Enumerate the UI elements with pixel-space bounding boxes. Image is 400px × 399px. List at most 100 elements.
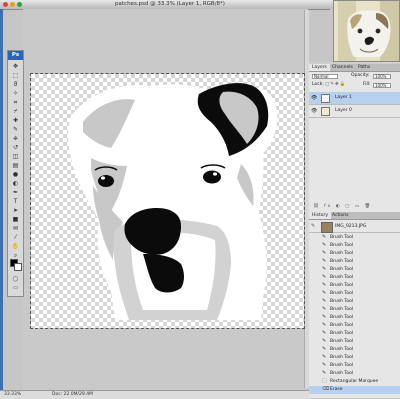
history-item-label: Brush Tool [330, 323, 354, 328]
eyedropper-icon[interactable]: ⁄ [11, 234, 20, 241]
reference-photo [333, 0, 400, 62]
stamp-icon[interactable]: ⎈ [11, 135, 20, 142]
marquee-icon[interactable]: ⬚ [11, 72, 20, 79]
path-select-icon[interactable]: ➤ [11, 207, 20, 214]
brush-icon[interactable]: ✎ [11, 126, 20, 133]
history-item-label: Brush Tool [330, 347, 354, 352]
tab-layers[interactable]: Layers [309, 64, 330, 71]
history-item[interactable]: ✎ Brush Tool [309, 330, 400, 338]
healing-icon[interactable]: ✚ [11, 117, 20, 124]
shape-icon[interactable]: ■ [11, 216, 20, 223]
layers-panel: Normal Opacity: 100% Lock: ▢✎✥🔒 Fill: 10… [309, 72, 400, 212]
history-item[interactable]: ✎ Brush Tool [309, 362, 400, 370]
history-item[interactable]: ✎ Brush Tool [309, 346, 400, 354]
desktop-edge [0, 9, 3, 398]
brush-icon: ✎ [322, 346, 327, 352]
blend-mode-select[interactable]: Normal [312, 74, 338, 79]
history-item[interactable]: ✎ Brush Tool [309, 306, 400, 314]
history-item[interactable]: ✎ Brush Tool [309, 242, 400, 250]
brush-icon: ✎ [322, 290, 327, 296]
history-item[interactable]: ✎ Brush Tool [309, 282, 400, 290]
quick-mask-icon[interactable]: ◯ [11, 276, 20, 283]
eraser-icon[interactable]: ◫ [11, 153, 20, 160]
history-item-label: Brush Tool [330, 331, 354, 336]
document-title: patches.psd @ 33.3% (Layer 1, RGB/8*) [115, 1, 225, 7]
zoom-window-button[interactable] [17, 2, 22, 7]
visibility-eye-icon[interactable]: 👁 [311, 95, 317, 101]
zoom-level[interactable]: 33.33% [4, 392, 21, 397]
history-item-label: Brush Tool [330, 267, 354, 272]
history-item[interactable]: ⬚ Rectangular Marquee [309, 378, 400, 386]
history-item-label: Brush Tool [330, 243, 354, 248]
layer-row-0[interactable]: 👁 Layer 0 [309, 105, 400, 118]
brush-icon: ✎ [322, 362, 327, 368]
minimize-window-button[interactable] [10, 2, 15, 7]
visibility-eye-icon[interactable]: 👁 [311, 108, 317, 114]
snapshot-name: IMG_9213.JPG [335, 224, 367, 229]
tab-history[interactable]: History [309, 212, 332, 219]
history-snapshot[interactable]: ✎ IMG_9213.JPG [309, 221, 400, 233]
brush-icon: ✎ [322, 258, 327, 264]
zoom-icon[interactable]: ⌕ [11, 252, 20, 259]
lock-icons[interactable]: ▢✎✥🔒 [325, 82, 346, 88]
history-item[interactable]: ✎ Brush Tool [309, 234, 400, 242]
history-item-label: Erase [330, 387, 343, 392]
notes-icon[interactable]: ✉ [11, 225, 20, 232]
photoshop-logo: Ps [8, 51, 23, 60]
history-item[interactable]: ✎ Brush Tool [309, 338, 400, 346]
tab-actions[interactable]: Actions [329, 212, 351, 219]
magic-wand-icon[interactable]: ✧ [11, 90, 20, 97]
history-item[interactable]: ✎ Brush Tool [309, 314, 400, 322]
pen-icon[interactable]: ✒ [11, 189, 20, 196]
background-color-swatch[interactable] [14, 263, 22, 271]
history-item[interactable]: ✎ Brush Tool [309, 274, 400, 282]
history-item[interactable]: ✎ Brush Tool [309, 250, 400, 258]
brush-icon: ✎ [322, 234, 327, 240]
history-item[interactable]: ✎ Brush Tool [309, 290, 400, 298]
layer-panel-buttons[interactable]: ⛓ fx ◐ ▢ ▭ 🗑 [313, 204, 372, 210]
tab-channels[interactable]: Channels [329, 64, 356, 71]
brush-icon: ✎ [322, 314, 327, 320]
type-icon[interactable]: T [11, 198, 20, 205]
history-item[interactable]: ⌫ Erase [309, 386, 400, 394]
brush-icon: ✎ [322, 322, 327, 328]
history-brush-icon[interactable]: ↺ [11, 144, 20, 151]
tab-paths[interactable]: Paths [355, 64, 373, 71]
history-item[interactable]: ✎ Brush Tool [309, 266, 400, 274]
history-brush-source-icon[interactable]: ✎ [311, 224, 316, 229]
history-item-label: Brush Tool [330, 259, 354, 264]
history-item-label: Brush Tool [330, 235, 354, 240]
right-panels: Layers Channels Paths Normal Opacity: 10… [309, 62, 400, 398]
layer-row-1[interactable]: 👁 Layer 1 [309, 92, 400, 105]
screen-mode-icon[interactable]: ▭ [11, 285, 20, 292]
dodge-icon[interactable]: ◐ [11, 180, 20, 187]
fill-input[interactable]: 100% [373, 83, 391, 88]
document-canvas[interactable] [30, 73, 305, 329]
layer-thumbnail [321, 94, 330, 103]
slice-icon[interactable]: ⌿ [11, 108, 20, 115]
history-item[interactable]: ✎ Brush Tool [309, 354, 400, 362]
close-window-button[interactable] [3, 2, 8, 7]
history-item-label: Brush Tool [330, 315, 354, 320]
history-item[interactable]: ✎ Brush Tool [309, 370, 400, 378]
brush-icon: ✎ [322, 370, 327, 376]
brush-icon: ✎ [322, 282, 327, 288]
lasso-icon[interactable]: ϑ [11, 81, 20, 88]
history-item-label: Brush Tool [330, 307, 354, 312]
move-icon[interactable]: ✥ [11, 63, 20, 70]
brush-icon: ✎ [322, 338, 327, 344]
history-item-label: Brush Tool [330, 371, 354, 376]
opacity-input[interactable]: 100% [373, 74, 391, 79]
history-item[interactable]: ✎ Brush Tool [309, 298, 400, 306]
crop-icon[interactable]: ⌗ [11, 99, 20, 106]
layer-thumbnail [321, 107, 330, 116]
history-item[interactable]: ✎ Brush Tool [309, 258, 400, 266]
history-item[interactable]: ✎ Brush Tool [309, 322, 400, 330]
snapshot-thumbnail [321, 222, 333, 233]
history-item-label: Brush Tool [330, 291, 354, 296]
gradient-icon[interactable]: ▤ [11, 162, 20, 169]
history-item-label: Rectangular Marquee [330, 379, 379, 384]
history-panel: ✎ IMG_9213.JPG ✎ Brush Tool ✎ Brush Tool ✎ Br… [309, 220, 400, 398]
blur-icon[interactable]: ● [11, 171, 20, 178]
hand-icon[interactable]: ✋ [11, 243, 20, 250]
